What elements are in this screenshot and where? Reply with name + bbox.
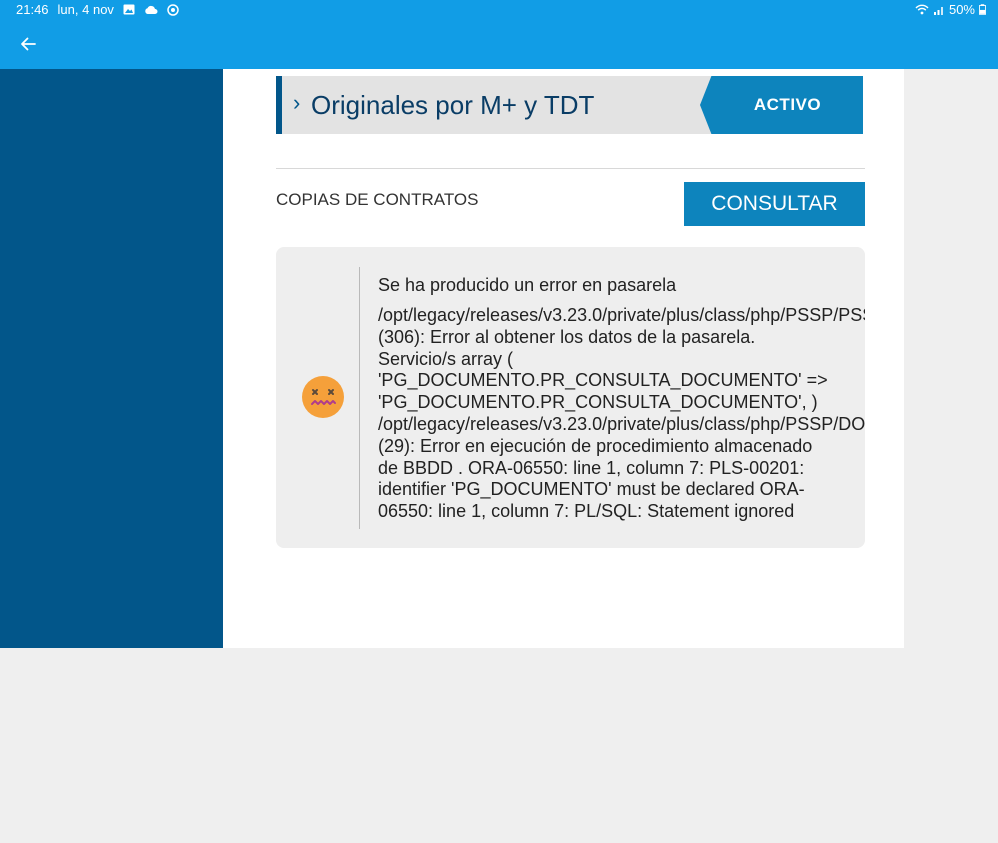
- image-icon: [123, 4, 135, 15]
- battery-icon: [979, 4, 986, 15]
- signal-icon: [933, 7, 943, 15]
- status-date: lun, 4 nov: [57, 2, 114, 17]
- error-line: (306): Error al obtener los datos de la …: [378, 326, 756, 347]
- error-separator: [359, 267, 360, 529]
- error-line: 06550: line 1, column 7: PL/SQL: Stateme…: [378, 501, 795, 522]
- status-bar: 21:46 lun, 4 nov 50%: [0, 0, 998, 20]
- main-content: › Originales por M+ y TDT ACTIVO COPIAS …: [223, 69, 904, 648]
- back-button[interactable]: [14, 32, 42, 56]
- target-icon: [167, 3, 179, 16]
- section-label: COPIAS DE CONTRATOS: [276, 190, 479, 209]
- error-message: /opt/legacy/releases/v3.23.0/private/plu…: [378, 305, 865, 523]
- banner-accent: [276, 76, 282, 134]
- status-badge-label: ACTIVO: [753, 95, 822, 114]
- error-box: Se ha producido un error en pasarela /op…: [276, 247, 865, 548]
- error-line: 'PG_DOCUMENTO.PR_CONSULTA_DOCUMENTO' =>: [378, 370, 828, 391]
- error-title: Se ha producido un error en pasarela: [378, 275, 677, 295]
- error-line: identifier 'PG_DOCUMENTO' must be declar…: [378, 479, 805, 500]
- arrow-left-icon: [21, 37, 36, 51]
- error-line: de BBDD . ORA-06550: line 1, column 7: P…: [378, 457, 805, 478]
- chevron-right-icon: ›: [293, 90, 301, 115]
- battery-percent: 50%: [948, 2, 975, 17]
- error-line: (29): Error en ejecución de procedimient…: [378, 435, 813, 456]
- status-badge: ACTIVO: [700, 76, 863, 134]
- error-line: 'PG_DOCUMENTO.PR_CONSULTA_DOCUMENTO', ): [378, 392, 818, 413]
- error-line: /opt/legacy/releases/v3.23.0/private/plu…: [378, 413, 865, 434]
- consultar-button[interactable]: CONSULTAR: [684, 182, 865, 226]
- cloud-icon: [145, 5, 158, 14]
- error-line: Servicio/s array (: [378, 348, 514, 369]
- dizzy-face-icon: [302, 376, 344, 418]
- divider: [276, 168, 865, 169]
- error-line: /opt/legacy/releases/v3.23.0/private/plu…: [378, 305, 865, 325]
- app-bar: [0, 20, 998, 69]
- service-banner[interactable]: › Originales por M+ y TDT ACTIVO: [276, 76, 863, 134]
- wifi-icon: [915, 4, 929, 15]
- service-title: Originales por M+ y TDT: [311, 90, 595, 120]
- status-time: 21:46: [16, 2, 49, 17]
- sidebar: [0, 69, 223, 648]
